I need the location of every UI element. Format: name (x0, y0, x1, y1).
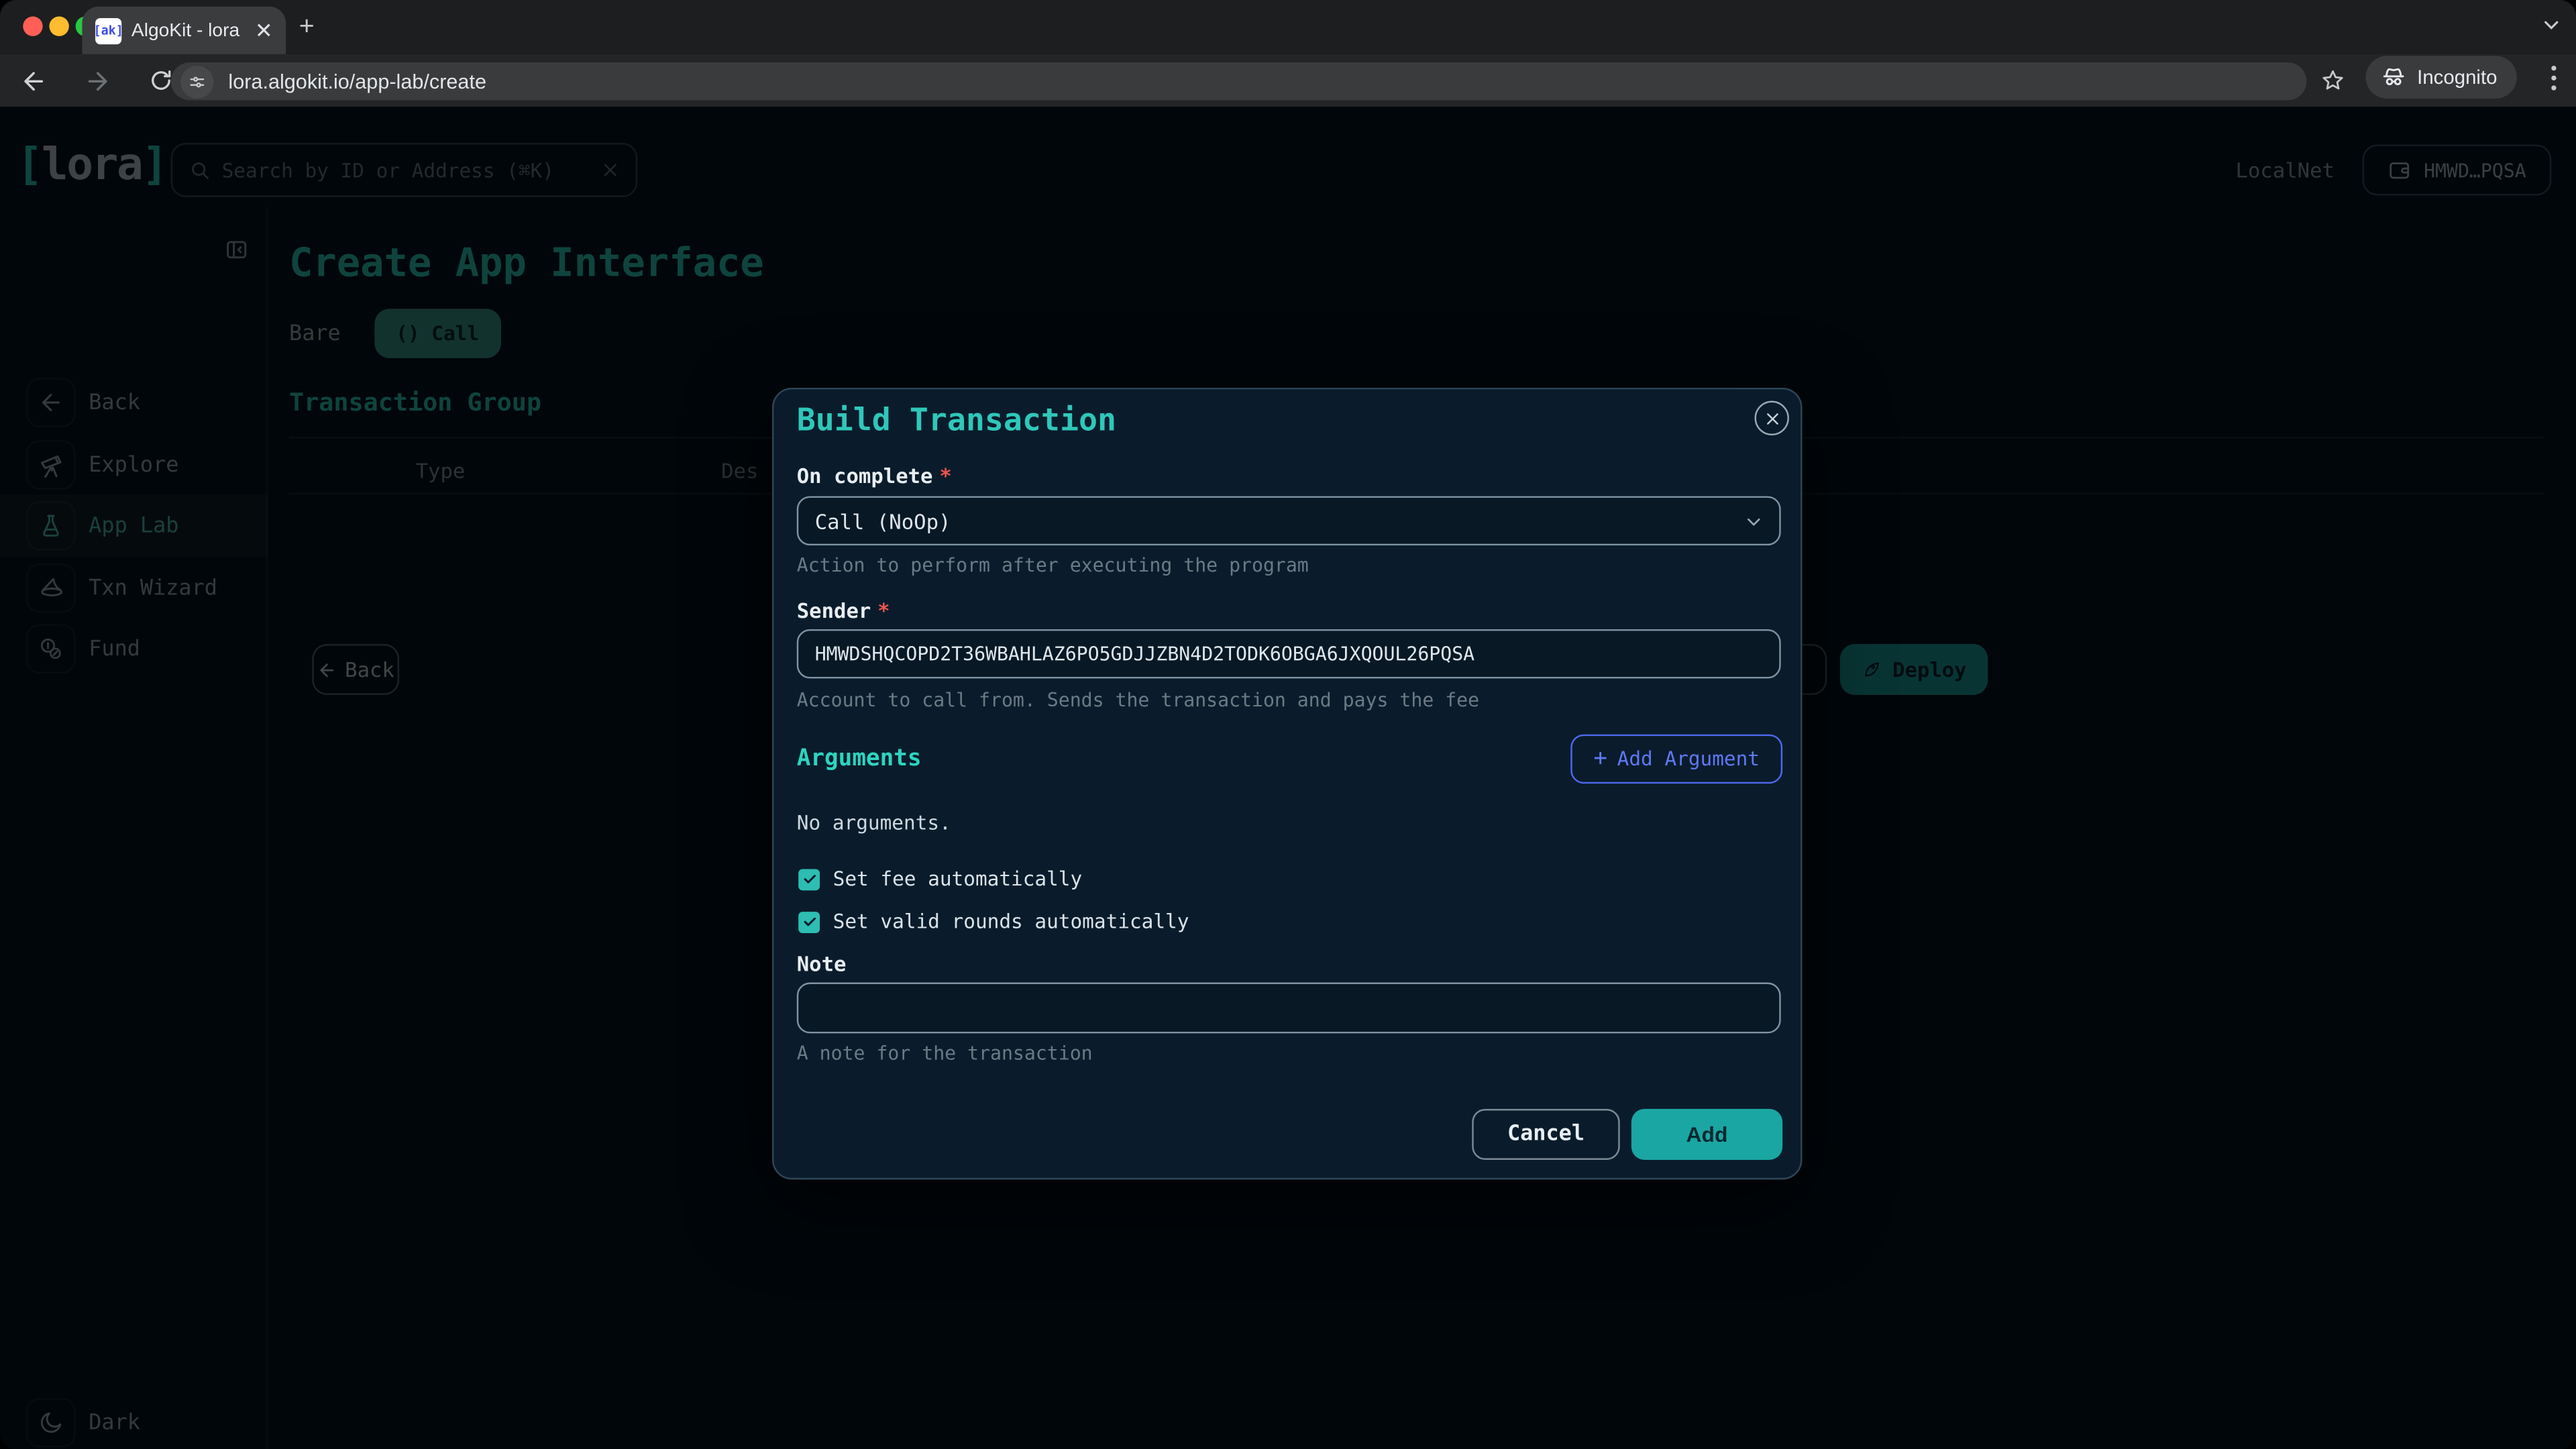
sender-helper: Account to call from. Sends the transact… (797, 688, 1479, 711)
incognito-icon (2381, 64, 2407, 91)
modal-title: Build Transaction (797, 402, 1116, 439)
sender-input[interactable] (815, 643, 1763, 665)
set-valid-rounds-checkbox-row: Set valid rounds automatically (798, 910, 1189, 933)
arguments-heading: Arguments (797, 746, 922, 772)
browser-toolbar: lora.algokit.io/app-lab/create Incognito (0, 54, 2576, 107)
address-bar[interactable]: lora.algokit.io/app-lab/create (171, 62, 2307, 100)
tab-close-icon[interactable]: ✕ (255, 19, 273, 41)
sender-label: Sender* (797, 598, 890, 623)
note-input[interactable] (815, 996, 1763, 1019)
no-arguments-text: No arguments. (797, 812, 951, 835)
tab-title: AlgoKit - lora (131, 21, 245, 40)
incognito-badge: Incognito (2366, 56, 2517, 99)
on-complete-label: On complete* (797, 464, 952, 488)
back-icon[interactable] (19, 66, 48, 95)
page-viewport: [lora] LocalNet HMWD…PQSA (0, 107, 2576, 1449)
note-label: Note (797, 951, 847, 976)
on-complete-helper: Action to perform after executing the pr… (797, 553, 1309, 576)
checkbox-checked-icon[interactable] (798, 868, 820, 890)
screen: [ak] AlgoKit - lora ✕ + lora.algokit.io/… (0, 0, 2576, 1449)
build-transaction-modal: Build Transaction On complete* Call (NoO… (772, 388, 1803, 1179)
new-tab-button[interactable]: + (299, 15, 315, 41)
add-argument-button[interactable]: + Add Argument (1570, 735, 1782, 784)
tab-strip: [ak] AlgoKit - lora ✕ + (0, 0, 2576, 54)
browser-menu-icon[interactable] (2551, 66, 2556, 91)
bookmark-star-icon[interactable] (2320, 67, 2346, 93)
set-fee-checkbox-row: Set fee automatically (798, 867, 1082, 890)
browser-window: [ak] AlgoKit - lora ✕ + lora.algokit.io/… (0, 0, 2576, 1449)
incognito-label: Incognito (2417, 66, 2497, 89)
window-minimize-button[interactable] (49, 16, 68, 36)
forward-icon[interactable] (84, 66, 112, 95)
sender-field (797, 629, 1781, 678)
window-close-button[interactable] (23, 16, 42, 36)
cancel-button[interactable]: Cancel (1472, 1109, 1619, 1160)
browser-tab[interactable]: [ak] AlgoKit - lora ✕ (82, 7, 286, 54)
note-field (797, 982, 1781, 1033)
add-button[interactable]: Add (1631, 1109, 1782, 1160)
note-helper: A note for the transaction (797, 1042, 1093, 1065)
close-icon[interactable] (1755, 401, 1789, 435)
url-text: lora.algokit.io/app-lab/create (228, 70, 486, 93)
chevron-down-icon (1743, 510, 1764, 531)
checkbox-checked-icon[interactable] (798, 911, 820, 932)
site-settings-icon[interactable] (180, 65, 213, 98)
favicon: [ak] (95, 17, 121, 44)
plus-icon: + (1593, 746, 1607, 772)
tab-search-chevron-icon[interactable] (2540, 13, 2563, 36)
on-complete-select[interactable]: Call (NoOp) (797, 496, 1781, 545)
